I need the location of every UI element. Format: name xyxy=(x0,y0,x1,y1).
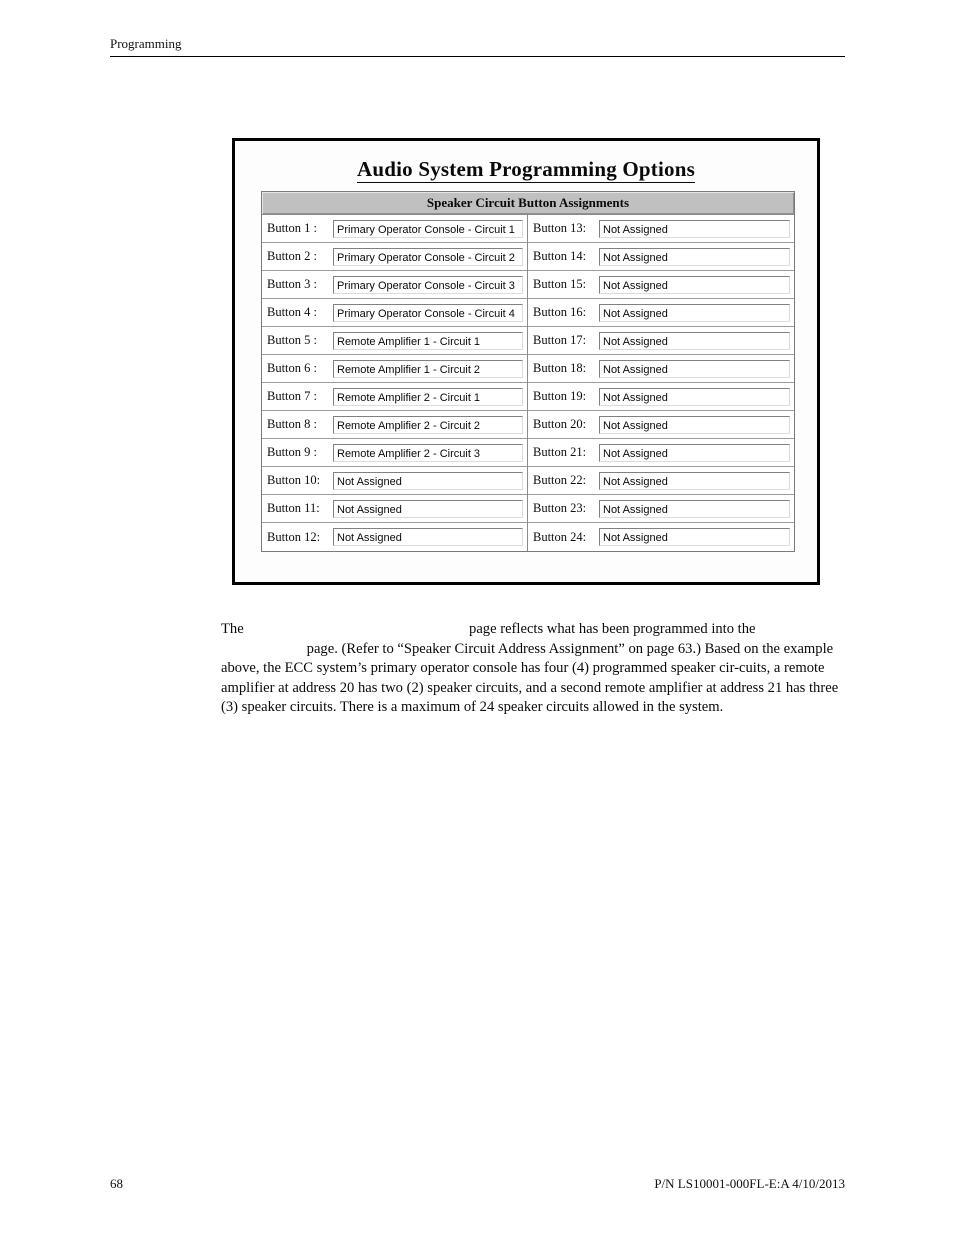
button-assignment-field[interactable]: Remote Amplifier 1 - Circuit 2 xyxy=(333,359,523,378)
button-label: Button 22: xyxy=(533,473,587,487)
button-label: Button 13: xyxy=(533,221,587,235)
page-running-header: Programming xyxy=(110,36,845,57)
body-paragraph: The page reflects what has been programm… xyxy=(221,620,839,718)
footer-page-number: 68 xyxy=(110,1176,123,1191)
table-row[interactable]: Button 23: Not Assigned xyxy=(528,495,794,523)
button-label: Button 3 : xyxy=(267,277,318,291)
button-label: Button 12: xyxy=(267,529,321,544)
table-row[interactable]: Button 20: Not Assigned xyxy=(528,411,794,439)
button-assignment-column-right: Button 13: Not Assigned Button 14: Not A… xyxy=(528,215,794,551)
button-label: Button 7 : xyxy=(267,389,318,403)
table-row[interactable]: Button 8 : Remote Amplifier 2 - Circuit … xyxy=(262,411,527,439)
group-header-label: Speaker Circuit Button Assignments xyxy=(262,192,794,215)
button-assignment-field[interactable]: Not Assigned xyxy=(599,359,790,378)
button-assignment-field[interactable]: Not Assigned xyxy=(599,247,790,266)
button-label: Button 2 : xyxy=(267,249,318,263)
button-assignment-column-left: Button 1 : Primary Operator Console - Ci… xyxy=(262,215,528,551)
button-label: Button 15: xyxy=(533,277,587,291)
button-assignment-field[interactable]: Not Assigned xyxy=(599,387,790,406)
table-row[interactable]: Button 14: Not Assigned xyxy=(528,243,794,271)
button-assignment-field[interactable]: Primary Operator Console - Circuit 2 xyxy=(333,247,523,266)
button-assignment-field[interactable]: Not Assigned xyxy=(333,471,523,490)
button-label: Button 10: xyxy=(267,473,321,487)
table-row[interactable]: Button 21: Not Assigned xyxy=(528,439,794,467)
button-assignment-field[interactable]: Not Assigned xyxy=(599,471,790,490)
table-row[interactable]: Button 24: Not Assigned xyxy=(528,523,794,551)
button-label: Button 14: xyxy=(533,249,587,263)
table-row[interactable]: Button 10: Not Assigned xyxy=(262,467,527,495)
footer-part-number: P/N LS10001-000FL-E:A 4/10/2013 xyxy=(654,1176,845,1191)
page-header-divider xyxy=(110,56,845,57)
table-row[interactable]: Button 22: Not Assigned xyxy=(528,467,794,495)
page-footer: 68 P/N LS10001-000FL-E:A 4/10/2013 xyxy=(110,1176,845,1192)
button-assignment-field[interactable]: Primary Operator Console - Circuit 1 xyxy=(333,219,523,238)
dialog-body: Audio System Programming Options Speaker… xyxy=(235,141,817,582)
table-row[interactable]: Button 16: Not Assigned xyxy=(528,299,794,327)
button-label: Button 9 : xyxy=(267,445,318,459)
button-label: Button 4 : xyxy=(267,305,318,319)
button-label: Button 16: xyxy=(533,305,587,319)
body-text-segment-3: page. (Refer to “Speaker Circuit Address… xyxy=(221,640,839,716)
table-row[interactable]: Button 7 : Remote Amplifier 2 - Circuit … xyxy=(262,383,527,411)
table-row[interactable]: Button 11: Not Assigned xyxy=(262,495,527,523)
table-row[interactable]: Button 1 : Primary Operator Console - Ci… xyxy=(262,215,527,243)
button-assignment-field[interactable]: Not Assigned xyxy=(599,415,790,434)
dialog-title-text: Audio System Programming Options xyxy=(357,157,695,183)
page-header-title: Programming xyxy=(110,36,182,51)
table-row[interactable]: Button 19: Not Assigned xyxy=(528,383,794,411)
button-label: Button 20: xyxy=(533,417,587,431)
button-assignment-field[interactable]: Primary Operator Console - Circuit 4 xyxy=(333,303,523,322)
button-assignment-field[interactable]: Primary Operator Console - Circuit 3 xyxy=(333,275,523,294)
button-label: Button 23: xyxy=(533,501,587,515)
table-row[interactable]: Button 18: Not Assigned xyxy=(528,355,794,383)
button-label: Button 21: xyxy=(533,445,587,459)
table-row[interactable]: Button 9 : Remote Amplifier 2 - Circuit … xyxy=(262,439,527,467)
body-text-segment-1: The xyxy=(221,621,244,637)
button-label: Button 8 : xyxy=(267,417,318,431)
button-assignment-field[interactable]: Not Assigned xyxy=(333,528,523,546)
button-assignment-field[interactable]: Not Assigned xyxy=(599,499,790,518)
button-label: Button 19: xyxy=(533,389,587,403)
table-row[interactable]: Button 4 : Primary Operator Console - Ci… xyxy=(262,299,527,327)
table-row[interactable]: Button 15: Not Assigned xyxy=(528,271,794,299)
button-label: Button 11: xyxy=(267,501,320,515)
button-assignment-field[interactable]: Not Assigned xyxy=(599,219,790,238)
button-assignment-field[interactable]: Not Assigned xyxy=(599,528,790,546)
button-assignment-field[interactable]: Not Assigned xyxy=(333,499,523,518)
button-assignment-field[interactable]: Not Assigned xyxy=(599,275,790,294)
dialog-title: Audio System Programming Options xyxy=(235,157,817,183)
table-row[interactable]: Button 5 : Remote Amplifier 1 - Circuit … xyxy=(262,327,527,355)
table-row[interactable]: Button 12: Not Assigned xyxy=(262,523,527,551)
button-label: Button 18: xyxy=(533,361,587,375)
button-assignment-field[interactable]: Remote Amplifier 2 - Circuit 1 xyxy=(333,387,523,406)
button-label: Button 5 : xyxy=(267,333,318,347)
button-assignment-field[interactable]: Not Assigned xyxy=(599,443,790,462)
button-label: Button 17: xyxy=(533,333,587,347)
button-assignment-field[interactable]: Remote Amplifier 1 - Circuit 1 xyxy=(333,331,523,350)
button-assignment-field[interactable]: Remote Amplifier 2 - Circuit 3 xyxy=(333,443,523,462)
table-row[interactable]: Button 2 : Primary Operator Console - Ci… xyxy=(262,243,527,271)
audio-system-programming-options-dialog: Audio System Programming Options Speaker… xyxy=(232,138,820,585)
button-label: Button 1 : xyxy=(267,221,318,235)
button-assignment-field[interactable]: Not Assigned xyxy=(599,331,790,350)
table-row[interactable]: Button 13: Not Assigned xyxy=(528,215,794,243)
button-label: Button 24: xyxy=(533,529,587,544)
speaker-circuit-button-assignments-group: Speaker Circuit Button Assignments Butto… xyxy=(261,191,795,552)
button-label: Button 6 : xyxy=(267,361,318,375)
body-text-segment-2: page reflects what has been programmed i… xyxy=(469,621,756,637)
table-row[interactable]: Button 3 : Primary Operator Console - Ci… xyxy=(262,271,527,299)
button-assignment-grid: Button 1 : Primary Operator Console - Ci… xyxy=(262,215,794,551)
button-assignment-field[interactable]: Not Assigned xyxy=(599,303,790,322)
button-assignment-field[interactable]: Remote Amplifier 2 - Circuit 2 xyxy=(333,415,523,434)
table-row[interactable]: Button 6 : Remote Amplifier 1 - Circuit … xyxy=(262,355,527,383)
table-row[interactable]: Button 17: Not Assigned xyxy=(528,327,794,355)
